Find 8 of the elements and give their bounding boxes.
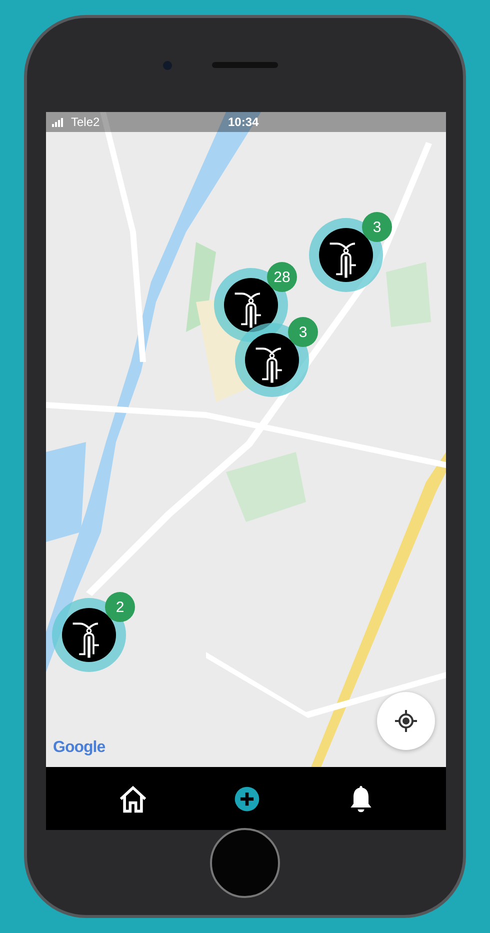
- home-icon[interactable]: [118, 784, 148, 814]
- camera-dot: [162, 60, 172, 70]
- map-logo: Google: [53, 739, 106, 757]
- speaker-slot: [212, 62, 278, 68]
- crosshair-icon: [394, 709, 418, 733]
- carrier-name: Tele2: [71, 115, 100, 129]
- signal-icon: [52, 118, 63, 126]
- status-time: 10:34: [228, 115, 259, 129]
